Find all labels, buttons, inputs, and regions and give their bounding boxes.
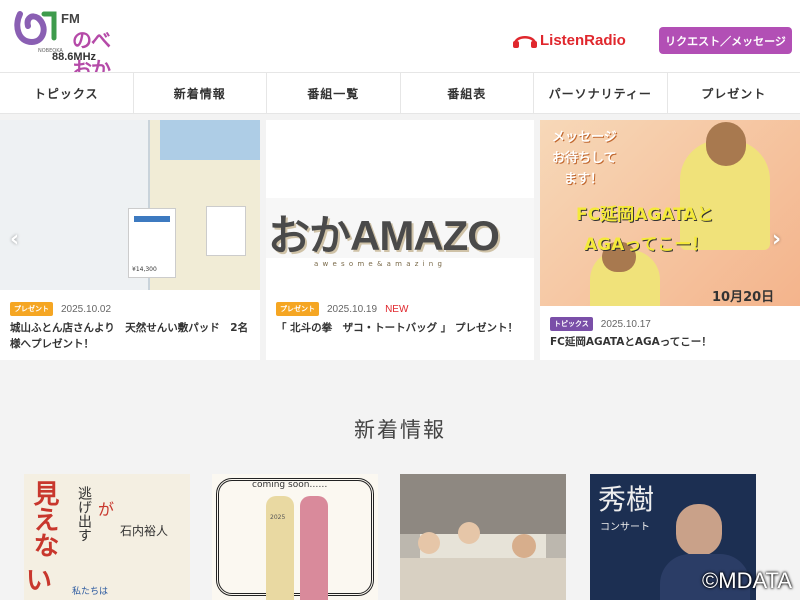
nav-schedule[interactable]: 番組表 (401, 73, 534, 113)
listen-radio-label: ListenRadio (540, 31, 626, 49)
category-tag: トピックス (550, 317, 593, 331)
request-message-button[interactable]: リクエスト／メッセージ (659, 27, 792, 54)
price-label: ¥14,300 (132, 266, 157, 273)
thumb-year: 2025 (270, 514, 286, 521)
slider-next-button[interactable]: › (772, 227, 781, 252)
amazo-logo-text: おかAMAZO (268, 212, 500, 259)
section-title: 新着情報 (354, 418, 446, 442)
category-tag: プレゼント (10, 302, 53, 316)
slide-meta: トピックス 2025.10.17 (550, 317, 651, 331)
slide-title: 「 北斗の拳 ザコ・トートバッグ 」 プレゼント！ (276, 322, 518, 334)
slider-prev-button[interactable]: ‹ (10, 227, 19, 252)
copyright-watermark: ©MDATA (702, 568, 792, 593)
nav-topics[interactable]: トピックス (0, 73, 134, 113)
slide-msg-line: ます！ (564, 172, 604, 187)
listen-radio-link[interactable]: ListenRadio (512, 30, 626, 50)
news-thumbnails: 見えな 逃げ出す が 石内裕人 い 私たちは coming soon…… 202… (0, 474, 800, 600)
thumb-title: 秀樹 (598, 483, 655, 516)
site-header: FM のべおか NOBEOKA 88.6MHz ListenRadio リクエス… (0, 0, 800, 81)
new-badge: NEW (385, 303, 409, 315)
slide-meta: プレゼント 2025.10.19 NEW (276, 302, 408, 316)
slide-image: メッセージ お待ちして ます！ FC延岡AGATAと AGAってこー！ 10月2… (540, 120, 800, 306)
thumb-text: 私たちは (72, 587, 109, 597)
global-nav: トピックス 新着情報 番組一覧 番組表 パーソナリティー プレゼント (0, 72, 800, 114)
slide-image: おかAMAZO a w e s o m e & a m a z i n g (266, 120, 534, 290)
slide-card[interactable]: おかAMAZO a w e s o m e & a m a z i n g プレ… (266, 120, 534, 360)
nav-presents[interactable]: プレゼント (668, 73, 800, 113)
nav-news[interactable]: 新着情報 (134, 73, 267, 113)
thumb-title: 見えな (29, 480, 59, 558)
logo-frequency: 88.6MHz (52, 51, 97, 63)
station-logo[interactable]: FM のべおか NOBEOKA 88.6MHz (14, 8, 118, 81)
thumb-text: い (26, 566, 53, 596)
featured-slider: ¥14,300 プレゼント 2025.10.02 城山ふとん店さんより 天然せん… (0, 120, 800, 362)
slide-msg-line: メッセージ (552, 130, 617, 145)
thumb-text: 逃げ出す (76, 486, 92, 542)
category-tag: プレゼント (276, 302, 319, 316)
nav-personalities[interactable]: パーソナリティー (534, 73, 668, 113)
nav-programs[interactable]: 番組一覧 (267, 73, 401, 113)
slide-msg-line: お待ちして (552, 151, 617, 166)
slide-image: ¥14,300 (0, 120, 260, 290)
thumb-author: 石内裕人 (120, 524, 169, 538)
news-thumb[interactable]: coming soon…… 2025 (212, 474, 378, 600)
post-date: 2025.10.17 (600, 318, 651, 330)
news-thumb[interactable] (400, 474, 566, 600)
post-date: 2025.10.02 (61, 303, 112, 315)
slide-headline: AGAってこー！ (584, 235, 709, 255)
slide-meta: プレゼント 2025.10.02 (10, 302, 111, 316)
slide-headline: FC延岡AGATAと (576, 205, 714, 225)
slide-title: FC延岡AGATAとAGAってこー！ (550, 336, 712, 348)
amazo-subtext: a w e s o m e & a m a z i n g (314, 260, 443, 268)
slide-date-text: 10月20日 (712, 290, 775, 305)
slide-title: 城山ふとん店さんより 天然せんい敷パッド 2名様へプレゼント！ (10, 322, 249, 350)
headphones-icon (513, 36, 537, 48)
news-thumb[interactable]: 見えな 逃げ出す が 石内裕人 い 私たちは (24, 474, 190, 600)
slide-card[interactable]: ¥14,300 プレゼント 2025.10.02 城山ふとん店さんより 天然せん… (0, 120, 260, 360)
slide-card[interactable]: メッセージ お待ちして ます！ FC延岡AGATAと AGAってこー！ 10月2… (540, 120, 800, 360)
thumb-text: が (98, 500, 115, 519)
post-date: 2025.10.19 (327, 303, 378, 315)
logo-mark-icon (14, 11, 57, 46)
thumb-text: コンサート (600, 522, 650, 533)
thumb-text: coming soon…… (252, 480, 328, 490)
